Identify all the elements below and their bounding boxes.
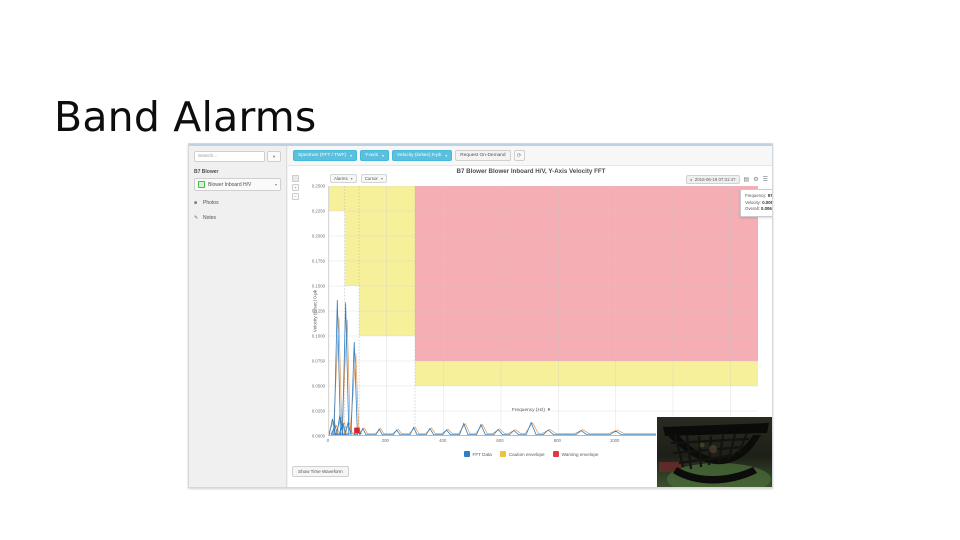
y-axis-tick: 0.2250 xyxy=(311,208,325,214)
x-axis-tick: 1000 xyxy=(609,438,620,443)
app-screenshot: Search... ▾ B7 Blower Blower Inboard H/V… xyxy=(188,143,773,488)
y-axis-tick: 0.2500 xyxy=(311,183,325,189)
x-axis-tick: 600 xyxy=(496,438,504,443)
chevron-down-icon: ▾ xyxy=(274,182,277,187)
legend-item-warning[interactable]: Warning envelope xyxy=(552,451,599,457)
x-axis-tick: 200 xyxy=(381,438,389,443)
cursor-marker xyxy=(354,427,360,434)
zoom-box-icon[interactable] xyxy=(292,175,299,182)
tooltip-velocity-label: Velocity: xyxy=(745,199,762,205)
alarms-dropdown[interactable]: Alarms ▾ xyxy=(330,174,357,183)
chevron-down-icon: ▾ xyxy=(380,176,383,181)
asset-name: B7 Blower xyxy=(194,169,219,175)
tooltip-overall-value: 0.0062 xyxy=(761,206,773,212)
axis-select-button[interactable]: Y-axis ▾ xyxy=(360,150,389,161)
sidebar-item-photos[interactable]: ■ Photos xyxy=(194,200,281,206)
spectrum-type-label: Spectrum (FFT / TWF) xyxy=(298,153,347,158)
search-input[interactable]: Search... xyxy=(194,151,265,162)
tooltip-overall-label: Overall: xyxy=(745,206,760,212)
y-axis-tick: 0.1000 xyxy=(311,333,325,339)
measurement-point-select[interactable]: Blower Inboard H/V ▾ xyxy=(194,178,281,191)
cursor-tooltip: Frequency: 97.52 Hz, 1.64 Orders Velocit… xyxy=(740,189,773,217)
measurement-point-label: Blower Inboard H/V xyxy=(208,181,252,188)
y-axis-tick: 0.1500 xyxy=(311,283,325,289)
slide-canvas: Band Alarms Search... ▾ B7 Blower Blower… xyxy=(0,0,960,540)
cursor-dropdown[interactable]: Cursor ▾ xyxy=(360,174,387,183)
point-status-icon xyxy=(198,181,205,188)
refresh-icon[interactable]: ⟳ xyxy=(513,150,525,161)
axis-select-label: Y-axis xyxy=(365,153,378,158)
chart-sub-controls: Alarms ▾ Cursor ▾ xyxy=(330,174,387,183)
sidebar-item-label: Photos xyxy=(203,200,219,206)
spectrum-type-button[interactable]: Spectrum (FFT / TWF) ▾ xyxy=(293,150,358,161)
alarms-label: Alarms xyxy=(334,176,348,181)
x-axis-tick: 400 xyxy=(439,438,447,443)
x-axis-tick: 0 xyxy=(326,438,330,443)
chevron-down-icon: ▾ xyxy=(546,408,551,413)
legend-swatch xyxy=(463,451,470,457)
pencil-icon: ✎ xyxy=(194,215,199,221)
cursor-label: Cursor xyxy=(364,176,378,181)
photo-thumbnail-image xyxy=(657,417,772,487)
previous-reading-icon[interactable]: ◂ xyxy=(690,177,692,182)
legend-label: Caution envelope xyxy=(508,451,545,457)
tooltip-velocity-row: Velocity: 0.0056 in/sec xyxy=(745,199,773,207)
warning-band xyxy=(415,186,758,361)
chevron-down-icon: ▾ xyxy=(272,153,276,159)
legend-label: Warning envelope xyxy=(561,451,599,457)
sidebar-item-notes[interactable]: ✎ Notes xyxy=(194,215,281,221)
show-time-waveform-button[interactable]: Show Time Waveform xyxy=(292,466,349,477)
toolbar: Spectrum (FFT / TWF) ▾ Y-axis ▾ Velocity… xyxy=(288,146,772,166)
chart-plot-area: Velocity (in/sec) 0-pk 0.0000 0.0250 0.050… xyxy=(312,184,758,443)
sidebar-item-label: Notes xyxy=(203,215,217,221)
chevron-down-icon: ▾ xyxy=(445,153,448,158)
show-time-waveform-label: Show Time Waveform xyxy=(298,469,343,474)
search-filter-button[interactable]: ▾ xyxy=(267,151,281,162)
search-row: Search... ▾ xyxy=(194,151,281,162)
tooltip-frequency-value: 97.52 Hz, xyxy=(767,193,773,198)
legend-label: FFT Data xyxy=(472,451,492,457)
gear-icon[interactable]: ⚙ xyxy=(753,176,758,183)
chart-header-controls: ◂ 2015-06-19 07:31:47 ▤ ⚙ ☰ xyxy=(685,175,768,184)
legend-swatch xyxy=(499,451,506,457)
request-on-demand-label: Request On-Demand xyxy=(460,153,506,158)
units-select-button[interactable]: Velocity (in/sec) 0-pk ▾ xyxy=(391,150,453,161)
x-axis-label-text: Frequency (Hz) xyxy=(511,408,545,413)
tooltip-frequency-row: Frequency: 97.52 Hz, 1.64 Orders xyxy=(745,193,773,200)
chevron-down-icon: ▾ xyxy=(381,153,384,158)
zoom-in-icon[interactable]: + xyxy=(292,184,299,191)
zoom-controls: + − xyxy=(292,175,299,200)
y-axis-tick: 0.0500 xyxy=(311,383,325,389)
chevron-down-icon: ▾ xyxy=(350,176,353,181)
sidebar: Search... ▾ B7 Blower Blower Inboard H/V… xyxy=(189,146,287,487)
tooltip-overall-row: Overall: 0.0062 in/sec 0-pk xyxy=(745,206,773,213)
units-select-label: Velocity (in/sec) 0-pk xyxy=(396,153,442,158)
tooltip-frequency-label: Frequency: xyxy=(745,193,767,198)
x-axis-tick: 800 xyxy=(553,438,561,443)
y-axis-tick: 0.0750 xyxy=(311,358,325,364)
tooltip-velocity-value: 0.0056 xyxy=(762,199,773,205)
chart-canvas[interactable] xyxy=(328,186,758,436)
photo-thumbnail-overlay[interactable] xyxy=(656,416,772,487)
legend-item-caution[interactable]: Caution envelope xyxy=(499,451,545,457)
date-value: 2015-06-19 07:31:47 xyxy=(694,177,736,182)
page-title: Band Alarms xyxy=(54,93,317,141)
y-axis-tick: 0.2000 xyxy=(311,233,325,239)
x-axis-label[interactable]: Frequency (Hz) ▾ xyxy=(288,408,772,413)
date-picker[interactable]: ◂ 2015-06-19 07:31:47 xyxy=(685,175,740,184)
zoom-out-icon[interactable]: − xyxy=(292,193,299,200)
table-view-icon[interactable]: ▤ xyxy=(744,176,750,183)
legend-item-fft[interactable]: FFT Data xyxy=(463,451,492,457)
chevron-down-icon: ▾ xyxy=(350,153,353,158)
y-axis-tick: 0.0000 xyxy=(311,433,325,439)
caution-band xyxy=(329,186,345,211)
request-on-demand-button[interactable]: Request On-Demand xyxy=(455,150,511,161)
menu-icon[interactable]: ☰ xyxy=(763,176,768,183)
legend-swatch xyxy=(552,451,559,457)
camera-icon: ■ xyxy=(194,200,198,206)
caution-band xyxy=(415,361,758,386)
chart-svg xyxy=(329,186,758,435)
y-axis-tick: 0.1250 xyxy=(311,308,325,314)
y-axis-tick: 0.1750 xyxy=(311,258,325,264)
